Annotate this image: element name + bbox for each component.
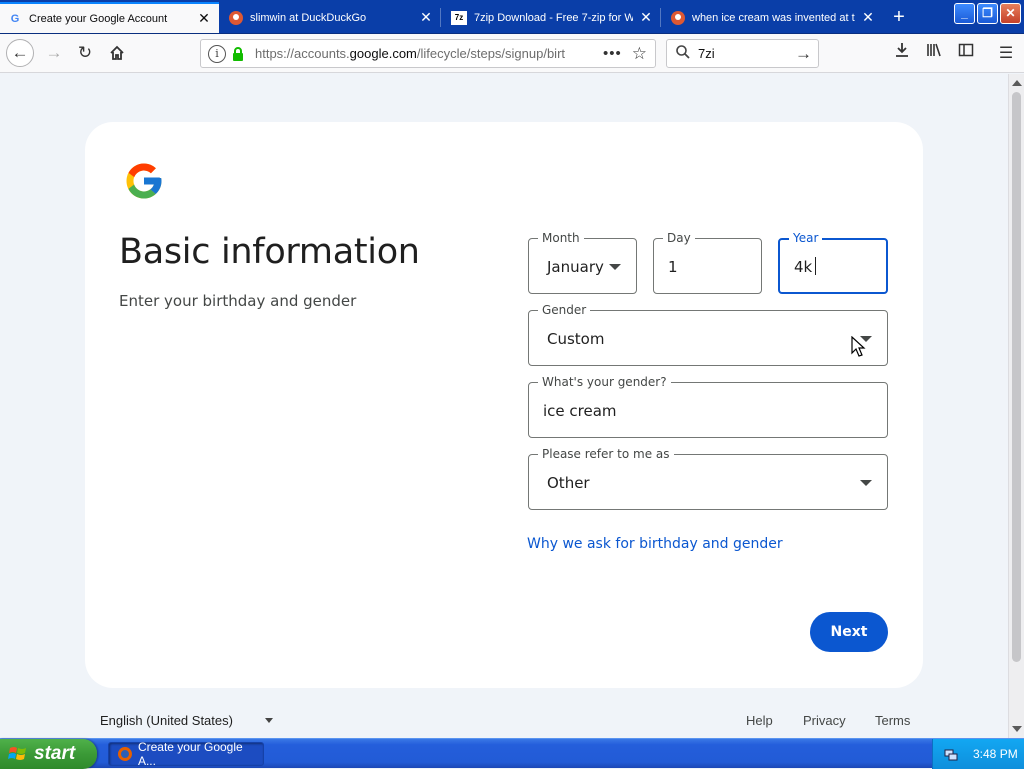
windows-flag-icon [8, 747, 26, 760]
duckduckgo-icon [229, 10, 243, 25]
gender-label: Gender [538, 303, 591, 317]
tab-title: slimwin at DuckDuckGo [250, 11, 367, 24]
custom-gender-label: What's your gender? [538, 375, 671, 389]
bookmark-star-icon[interactable]: ☆ [632, 44, 647, 64]
windows-taskbar: start Create your Google A... 3:48 PM [0, 738, 1024, 769]
scroll-up-arrow-icon[interactable] [1012, 80, 1022, 86]
year-label: Year [789, 231, 823, 245]
tab-title: Create your Google Account [29, 12, 168, 25]
page-actions-icon[interactable]: ••• [603, 45, 622, 62]
page-content: Basic information Enter your birthday an… [0, 74, 1008, 738]
clock[interactable]: 3:48 PM [973, 747, 1018, 761]
help-link[interactable]: Help [746, 713, 773, 728]
year-input[interactable]: Year 4k [778, 231, 888, 294]
search-go-arrow-icon[interactable]: → [795, 44, 812, 64]
day-label: Day [663, 231, 695, 245]
language-selector[interactable]: English (United States) [100, 713, 273, 728]
vertical-scrollbar[interactable] [1008, 74, 1024, 738]
tab-ice-cream-search[interactable]: when ice cream was invented at t ✕ [663, 2, 883, 33]
month-value: January [547, 258, 604, 276]
url-text[interactable]: https://accounts.google.com/lifecycle/st… [255, 46, 573, 61]
tab-title: when ice cream was invented at t [692, 11, 855, 24]
start-label: start [34, 743, 76, 764]
dropdown-caret-icon [860, 480, 872, 486]
firefox-icon [117, 747, 132, 761]
downloads-icon[interactable] [890, 42, 914, 66]
tab-duckduckgo-slimwin[interactable]: slimwin at DuckDuckGo ✕ [221, 2, 441, 33]
network-icon[interactable] [943, 746, 959, 762]
site-info-icon[interactable]: i [208, 44, 226, 63]
tab-separator [440, 8, 441, 27]
dropdown-caret-icon [264, 718, 273, 723]
back-arrow-icon[interactable]: ← [6, 39, 34, 67]
tab-title: 7zip Download - Free 7-zip for W [474, 11, 633, 24]
custom-gender-value: ice cream [543, 402, 617, 420]
close-tab-icon[interactable]: ✕ [861, 9, 875, 26]
padlock-icon[interactable] [232, 46, 246, 61]
text-cursor [815, 257, 817, 275]
taskbar-window-firefox[interactable]: Create your Google A... [108, 740, 264, 768]
close-tab-icon[interactable]: ✕ [197, 10, 211, 27]
tab-7zip-download[interactable]: 7z 7zip Download - Free 7-zip for W ✕ [443, 2, 661, 33]
start-button[interactable]: start [0, 739, 97, 769]
terms-link[interactable]: Terms [875, 713, 910, 728]
close-tab-icon[interactable]: ✕ [419, 9, 433, 26]
hamburger-menu-icon[interactable]: ☰ [994, 42, 1018, 66]
page-title: Basic information [119, 232, 420, 272]
home-icon[interactable] [103, 39, 131, 67]
custom-gender-input[interactable]: What's your gender? ice cream [528, 375, 888, 438]
year-value: 4k [794, 258, 813, 276]
reload-icon[interactable]: ↻ [71, 39, 99, 67]
google-g-icon: G [10, 12, 20, 25]
search-bar[interactable]: 7zi → [666, 39, 819, 68]
url-path: /lifecycle/steps/signup/birt [416, 46, 566, 61]
google-logo-icon [126, 163, 162, 199]
system-tray: 3:48 PM [932, 739, 1024, 769]
gender-value: Custom [547, 330, 605, 348]
tab-google-account[interactable]: G Create your Google Account ✕ [0, 2, 219, 33]
why-we-ask-link[interactable]: Why we ask for birthday and gender [527, 536, 783, 552]
url-prefix: https://accounts. [255, 46, 350, 61]
privacy-link[interactable]: Privacy [803, 713, 846, 728]
year-value-wrap: 4k [794, 257, 817, 276]
month-select[interactable]: Month January [528, 231, 637, 294]
7zip-icon: 7z [451, 10, 467, 25]
new-tab-plus-icon[interactable]: + [886, 4, 912, 30]
language-value: English (United States) [100, 713, 233, 728]
search-input[interactable]: 7zi [698, 46, 795, 61]
pronoun-select[interactable]: Please refer to me as Other [528, 447, 888, 510]
tab-bar: G Create your Google Account ✕ slimwin a… [0, 0, 1024, 34]
page-subtitle: Enter your birthday and gender [119, 292, 357, 310]
close-tab-icon[interactable]: ✕ [639, 9, 653, 26]
search-icon [676, 45, 690, 62]
navigation-toolbar: ← → ↻ i https://accounts.google.com/life… [0, 34, 1024, 73]
address-bar[interactable]: i https://accounts.google.com/lifecycle/… [200, 39, 656, 68]
month-label: Month [538, 231, 584, 245]
scroll-down-arrow-icon[interactable] [1012, 726, 1022, 732]
forward-arrow-icon[interactable]: → [40, 39, 68, 67]
scrollbar-thumb[interactable] [1012, 92, 1021, 662]
day-input[interactable]: Day 1 [653, 231, 762, 294]
pronoun-value: Other [547, 474, 590, 492]
sidebar-icon[interactable] [954, 42, 978, 66]
taskbar-window-title: Create your Google A... [137, 740, 243, 768]
gender-select[interactable]: Gender Custom [528, 303, 888, 366]
library-icon[interactable] [922, 42, 946, 66]
mouse-pointer-icon [851, 336, 866, 357]
url-domain: google.com [349, 46, 417, 61]
restore-icon[interactable]: ❐ [977, 3, 998, 24]
tab-separator [660, 8, 661, 27]
duckduckgo-icon [671, 10, 685, 25]
window-controls: _ ❐ ✕ [954, 3, 1021, 24]
day-value: 1 [668, 258, 678, 276]
close-window-icon[interactable]: ✕ [1000, 3, 1021, 24]
signup-card: Basic information Enter your birthday an… [85, 122, 923, 688]
minimize-icon[interactable]: _ [954, 3, 975, 24]
dropdown-caret-icon [609, 264, 621, 270]
next-button[interactable]: Next [810, 612, 888, 652]
pronoun-label: Please refer to me as [538, 447, 674, 461]
